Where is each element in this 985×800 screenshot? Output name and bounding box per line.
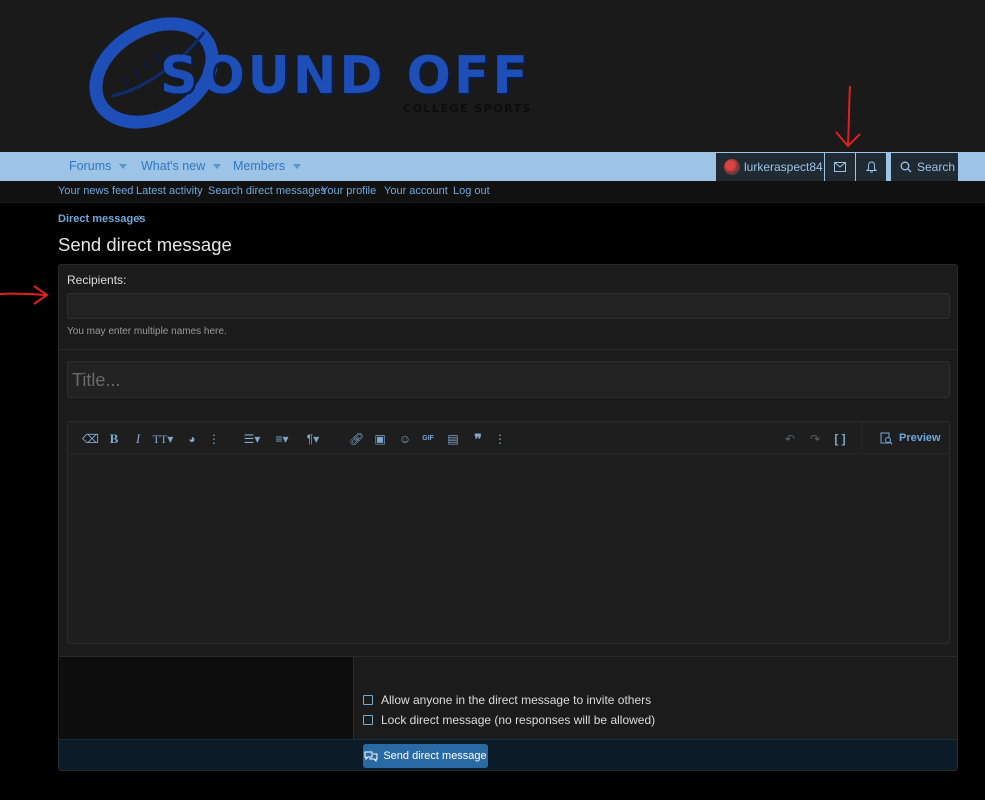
nav-tab-forums[interactable]: Forums — [69, 152, 128, 181]
site-header: SOUND OFF COLLEGE SPORTS — [0, 0, 985, 152]
paragraph-icon[interactable]: ¶▾ — [302, 432, 324, 446]
more-vertical-icon[interactable]: ⋮ — [207, 432, 221, 446]
recipients-label: Recipients: — [67, 273, 127, 287]
palette-icon[interactable]: ◕ — [185, 432, 199, 446]
checkbox[interactable] — [363, 715, 373, 725]
nav-tab-whats-new[interactable]: What's new — [141, 152, 222, 181]
options-panel: Allow anyone in the direct message to in… — [355, 656, 957, 739]
subnav-your-account[interactable]: Your account — [384, 185, 448, 197]
checkbox[interactable] — [363, 695, 373, 705]
nav-tab-members[interactable]: Members — [233, 152, 302, 181]
option-lock-message[interactable]: Lock direct message (no responses will b… — [363, 713, 655, 727]
nav-tab-label: Forums — [69, 159, 112, 173]
divider — [59, 349, 957, 350]
options-sidebar — [59, 656, 354, 739]
form-footer: Send direct message — [59, 739, 957, 770]
annotation-arrow-right-icon — [0, 285, 49, 305]
search-label: Search — [917, 160, 956, 174]
smiley-icon[interactable]: ☺ — [398, 432, 412, 446]
option-label: Lock direct message (no responses will b… — [381, 713, 656, 727]
gif-icon[interactable]: GIF — [420, 432, 436, 446]
chevron-down-icon[interactable] — [119, 164, 128, 170]
chevron-down-icon[interactable] — [213, 164, 222, 170]
alerts-button[interactable] — [856, 153, 886, 181]
quote-icon[interactable]: ❞ — [471, 432, 485, 446]
bell-icon — [865, 161, 877, 173]
conversation-icon — [364, 751, 378, 762]
preview-icon — [880, 432, 893, 444]
direct-message-form: Recipients: You may enter multiple names… — [58, 264, 958, 771]
search-icon — [900, 161, 912, 173]
username: lurkeraspect84 — [744, 160, 823, 174]
inbox-button[interactable] — [825, 153, 855, 181]
option-allow-invite[interactable]: Allow anyone in the direct message to in… — [363, 693, 651, 707]
title-input[interactable]: Title... — [67, 361, 950, 398]
avatar — [724, 159, 740, 175]
sub-nav: Your news feed Latest activity Search di… — [0, 181, 985, 203]
recipients-hint: You may enter multiple names here. — [67, 326, 227, 337]
send-button-label: Send direct message — [383, 750, 487, 762]
subnav-search-direct-messages[interactable]: Search direct messages — [208, 185, 326, 197]
preview-button[interactable]: Preview — [861, 422, 949, 454]
subnav-latest-activity[interactable]: Latest activity — [136, 185, 203, 197]
nav-tab-label: What's new — [141, 159, 206, 173]
envelope-icon — [834, 162, 846, 172]
text-size-icon[interactable]: TT▾ — [151, 432, 175, 446]
message-editor[interactable]: ⌫ B I TT▾ ◕ ⋮ ☰▾ ≡▾ ¶▾ 🔗︎ ▣ ☺ GIF ▤ ❞ ⋮ … — [67, 421, 950, 644]
subnav-your-profile[interactable]: Your profile — [321, 185, 376, 197]
breadcrumb-direct-messages[interactable]: Direct messages — [58, 213, 145, 225]
subnav-log-out[interactable]: Log out — [453, 185, 490, 197]
user-account-link[interactable]: lurkeraspect84 — [716, 153, 824, 181]
preview-label: Preview — [899, 432, 941, 444]
recipients-input[interactable] — [67, 293, 950, 319]
subnav-news-feed[interactable]: Your news feed — [58, 185, 133, 197]
send-direct-message-button[interactable]: Send direct message — [363, 744, 488, 768]
page-title: Send direct message — [58, 234, 232, 255]
nav-tab-label: Members — [233, 159, 286, 173]
image-icon[interactable]: ▣ — [373, 432, 387, 446]
link-icon[interactable]: 🔗︎ — [349, 432, 364, 446]
search-button[interactable]: Search — [891, 153, 958, 181]
bbcode-icon[interactable]: [ ] — [833, 432, 847, 446]
italic-icon[interactable]: I — [131, 432, 145, 446]
more-vertical-icon[interactable]: ⋮ — [493, 432, 507, 446]
bold-icon[interactable]: B — [107, 432, 121, 446]
chevron-right-icon: › — [138, 212, 142, 224]
logo-subtitle: COLLEGE SPORTS — [403, 102, 533, 115]
eraser-icon[interactable]: ⌫ — [82, 432, 99, 446]
chevron-down-icon[interactable] — [293, 164, 302, 170]
editor-toolbar: ⌫ B I TT▾ ◕ ⋮ ☰▾ ≡▾ ¶▾ 🔗︎ ▣ ☺ GIF ▤ ❞ ⋮ … — [68, 422, 949, 454]
list-icon[interactable]: ☰▾ — [241, 432, 263, 446]
option-label: Allow anyone in the direct message to in… — [381, 693, 652, 707]
logo-title: SOUND OFF — [160, 46, 531, 106]
media-icon[interactable]: ▤ — [446, 432, 460, 446]
undo-icon[interactable]: ↶ — [783, 432, 797, 446]
redo-icon[interactable]: ↷ — [808, 432, 822, 446]
align-icon[interactable]: ≡▾ — [271, 432, 293, 446]
